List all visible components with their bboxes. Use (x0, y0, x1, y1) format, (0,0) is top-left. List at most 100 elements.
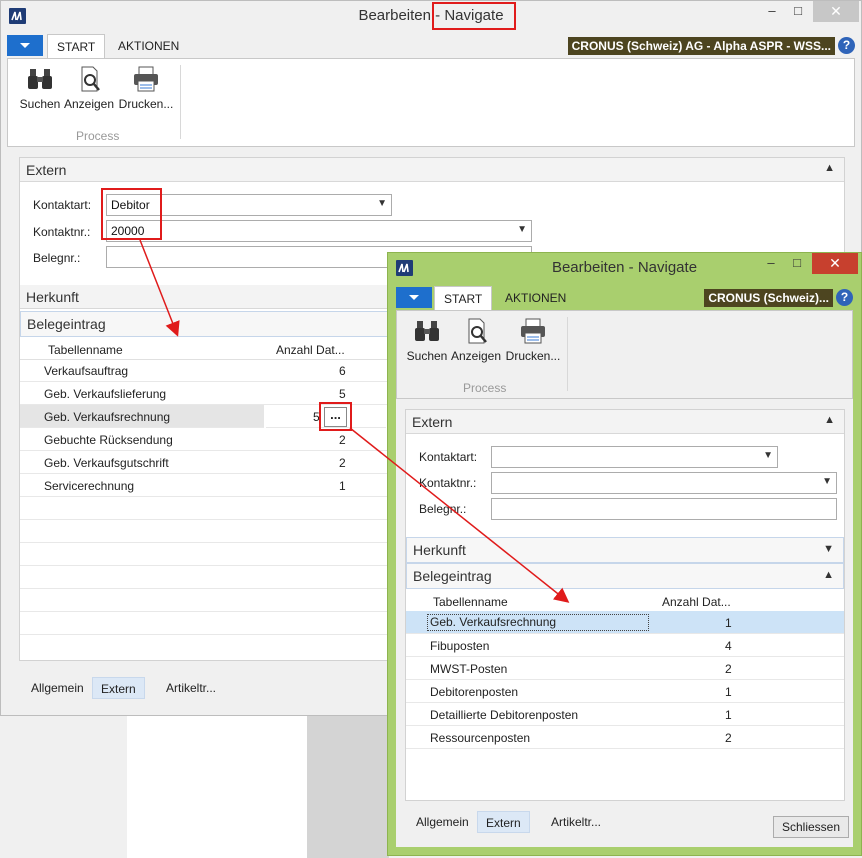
app-logo-icon (396, 260, 413, 276)
row-count: 1 (725, 685, 732, 699)
chevron-down-icon: ▼ (763, 450, 773, 461)
footer-tab-artikeltr[interactable]: Artikeltr... (158, 677, 224, 699)
row-name: Geb. Verkaufslieferung (44, 387, 167, 401)
view-document-icon (73, 65, 105, 93)
anzeigen-label: Anzeigen (63, 97, 115, 111)
subtab-belegeintrag-label: Belegeintrag (27, 316, 106, 332)
table-row[interactable]: Fibuposten 4 (406, 634, 844, 657)
footer-tab-allgemein[interactable]: Allgemein (23, 677, 92, 699)
tab-start[interactable]: START (434, 286, 493, 310)
fasttab-extern-label: Extern (26, 162, 67, 178)
minimize-button[interactable]: – (759, 1, 785, 21)
kontaktnr-label: Kontaktnr.: (419, 476, 477, 490)
chevron-down-icon: ▼ (823, 543, 834, 555)
kontaktnr-field[interactable]: 20000 ▼ (106, 220, 532, 242)
tab-aktionen[interactable]: AKTIONEN (109, 34, 188, 58)
kontaktart-label: Kontaktart: (33, 198, 92, 212)
row-name: Geb. Verkaufsgutschrift (44, 456, 169, 470)
title-bar: Bearbeiten - Navigate – □ ✕ (388, 253, 861, 283)
chevron-up-icon: ▲ (824, 414, 835, 426)
anzeigen-button[interactable]: Anzeigen (63, 65, 115, 115)
fasttab-herkunft[interactable]: Herkunft ▼ (406, 537, 844, 563)
row-name: Fibuposten (430, 639, 490, 653)
company-badge[interactable]: CRONUS (Schweiz) AG - Alpha ASPR - WSS..… (567, 37, 835, 55)
col-tabellenname[interactable]: Tabellenname (433, 595, 508, 609)
table-row[interactable]: MWST-Posten 2 (406, 657, 844, 680)
kontaktnr-field[interactable]: ▼ (491, 472, 837, 494)
tab-aktionen[interactable]: AKTIONEN (496, 286, 575, 310)
app-menu-button[interactable] (396, 287, 432, 308)
chevron-down-icon: ▼ (377, 198, 387, 209)
window-title: Bearbeiten - Navigate (551, 259, 698, 276)
subtab-belegeintrag[interactable]: Belegeintrag ▲ (406, 563, 844, 589)
minimize-button[interactable]: – (758, 253, 784, 273)
maximize-button[interactable]: □ (785, 1, 811, 21)
kontaktart-label: Kontaktart: (419, 450, 478, 464)
col-anzahl[interactable]: Anzahl Dat... (276, 343, 345, 357)
help-icon[interactable]: ? (838, 37, 855, 54)
close-window-button[interactable]: ✕ (813, 1, 859, 22)
content-card: Extern ▲ Kontaktart: ▼ Kontaktnr.: ▼ Bel… (405, 409, 845, 801)
maximize-button[interactable]: □ (784, 253, 810, 273)
row-name: Debitorenposten (430, 685, 519, 699)
fasttab-herkunft-label: Herkunft (413, 542, 466, 558)
row-count: 2 (339, 433, 346, 447)
col-tabellenname[interactable]: Tabellenname (48, 343, 123, 357)
ribbon-separator (180, 65, 181, 139)
table-row-selected[interactable]: Geb. Verkaufsrechnung (20, 405, 264, 428)
desktop-background-strip (127, 716, 307, 858)
chevron-up-icon: ▲ (824, 162, 835, 174)
ribbon-group-label: Process (463, 381, 507, 395)
table-row-selected[interactable]: Geb. Verkaufsrechnung 1 (406, 611, 844, 634)
tab-start[interactable]: START (47, 34, 106, 58)
binoculars-icon (411, 317, 443, 345)
suchen-button[interactable]: Suchen (14, 65, 66, 115)
row-name: Ressourcenposten (430, 731, 531, 745)
belegnr-field[interactable] (491, 498, 837, 520)
col-anzahl[interactable]: Anzahl Dat... (662, 595, 731, 609)
company-badge[interactable]: CRONUS (Schweiz)... (704, 289, 833, 307)
view-document-icon (460, 317, 492, 345)
ribbon-tabs: START AKTIONEN CRONUS (Schweiz)... ? (396, 286, 853, 310)
belegnr-label: Belegnr.: (419, 502, 467, 516)
table-row[interactable]: Detaillierte Debitorenposten 1 (406, 703, 844, 726)
row-name: Servicerechnung (44, 479, 135, 493)
footer-tab-extern[interactable]: Extern (92, 677, 145, 699)
fasttab-extern-label: Extern (412, 414, 453, 430)
drucken-button[interactable]: Drucken... (118, 65, 174, 115)
footer-tab-artikeltr[interactable]: Artikeltr... (543, 811, 609, 833)
row-count: 1 (339, 479, 346, 493)
kontaktnr-label: Kontaktnr.: (33, 225, 91, 239)
table-row[interactable]: Ressourcenposten 2 (406, 726, 844, 749)
kontaktart-select[interactable]: ▼ (491, 446, 778, 468)
help-icon[interactable]: ? (836, 289, 853, 306)
row-name: Geb. Verkaufsrechnung (44, 410, 171, 424)
annotation-box-ellipsis (319, 402, 352, 431)
suchen-button[interactable]: Suchen (401, 317, 453, 367)
row-count: 2 (339, 456, 346, 470)
window-title: Bearbeiten - Navigate (1, 7, 861, 24)
footer-tab-allgemein[interactable]: Allgemein (408, 811, 477, 833)
row-name: Detaillierte Debitorenposten (430, 708, 579, 722)
schliessen-button[interactable]: Schliessen (773, 816, 850, 838)
row-count: 1 (725, 616, 732, 630)
ribbon: Suchen Anzeigen Drucken... Process (396, 310, 853, 399)
footer-tab-extern[interactable]: Extern (477, 811, 530, 833)
row-name: Geb. Verkaufsrechnung (427, 614, 649, 631)
row-name: Verkaufsauftrag (44, 364, 129, 378)
row-count: 2 (725, 731, 732, 745)
fasttab-extern[interactable]: Extern ▲ (406, 410, 844, 434)
ribbon: Suchen Anzeigen Drucken... Process (7, 58, 855, 147)
fasttab-extern[interactable]: Extern ▲ (20, 158, 844, 182)
annotation-box-kontakt (101, 188, 162, 240)
desktop-background-strip-dark (307, 716, 389, 858)
printer-icon (517, 317, 549, 345)
drucken-button[interactable]: Drucken... (505, 317, 561, 367)
anzeigen-button[interactable]: Anzeigen (450, 317, 502, 367)
table-row[interactable]: Debitorenposten 1 (406, 680, 844, 703)
app-menu-button[interactable] (7, 35, 43, 56)
grid-header: Tabellenname Anzahl Dat... (406, 590, 844, 612)
close-window-button[interactable]: ✕ (812, 253, 858, 274)
row-name: MWST-Posten (430, 662, 508, 676)
title-bar: Bearbeiten - Navigate – □ ✕ (1, 1, 861, 31)
